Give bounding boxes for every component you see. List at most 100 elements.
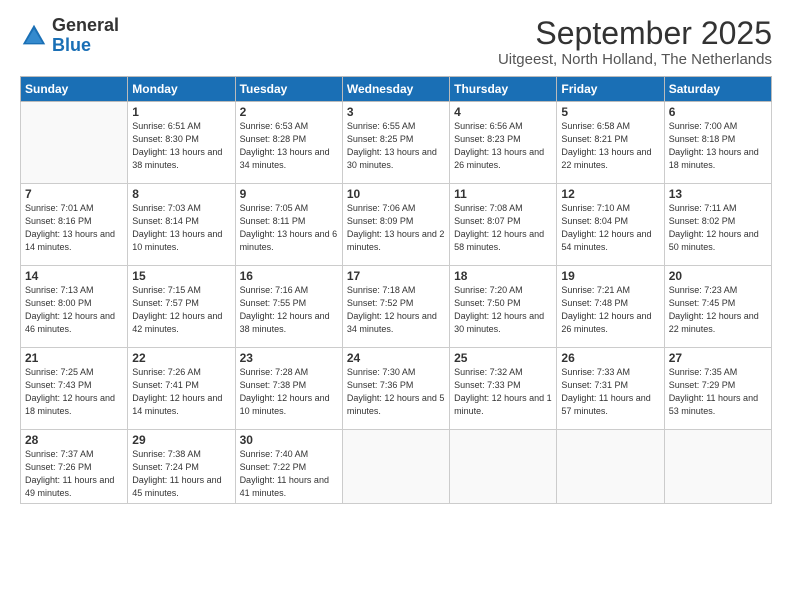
table-row: 10Sunrise: 7:06 AM Sunset: 8:09 PM Dayli… bbox=[342, 184, 449, 266]
day-info: Sunrise: 6:55 AM Sunset: 8:25 PM Dayligh… bbox=[347, 120, 445, 172]
day-number: 16 bbox=[240, 269, 338, 283]
table-row: 23Sunrise: 7:28 AM Sunset: 7:38 PM Dayli… bbox=[235, 348, 342, 430]
table-row: 21Sunrise: 7:25 AM Sunset: 7:43 PM Dayli… bbox=[21, 348, 128, 430]
calendar: Sunday Monday Tuesday Wednesday Thursday… bbox=[20, 76, 772, 504]
day-info: Sunrise: 7:03 AM Sunset: 8:14 PM Dayligh… bbox=[132, 202, 230, 254]
day-info: Sunrise: 7:15 AM Sunset: 7:57 PM Dayligh… bbox=[132, 284, 230, 336]
table-row: 14Sunrise: 7:13 AM Sunset: 8:00 PM Dayli… bbox=[21, 266, 128, 348]
col-tuesday: Tuesday bbox=[235, 77, 342, 102]
day-info: Sunrise: 7:11 AM Sunset: 8:02 PM Dayligh… bbox=[669, 202, 767, 254]
table-row bbox=[664, 430, 771, 504]
day-info: Sunrise: 7:26 AM Sunset: 7:41 PM Dayligh… bbox=[132, 366, 230, 418]
day-info: Sunrise: 7:08 AM Sunset: 8:07 PM Dayligh… bbox=[454, 202, 552, 254]
table-row: 20Sunrise: 7:23 AM Sunset: 7:45 PM Dayli… bbox=[664, 266, 771, 348]
table-row: 27Sunrise: 7:35 AM Sunset: 7:29 PM Dayli… bbox=[664, 348, 771, 430]
day-number: 24 bbox=[347, 351, 445, 365]
day-info: Sunrise: 7:21 AM Sunset: 7:48 PM Dayligh… bbox=[561, 284, 659, 336]
day-number: 13 bbox=[669, 187, 767, 201]
table-row: 28Sunrise: 7:37 AM Sunset: 7:26 PM Dayli… bbox=[21, 430, 128, 504]
day-info: Sunrise: 7:00 AM Sunset: 8:18 PM Dayligh… bbox=[669, 120, 767, 172]
table-row bbox=[557, 430, 664, 504]
day-number: 5 bbox=[561, 105, 659, 119]
day-number: 4 bbox=[454, 105, 552, 119]
day-info: Sunrise: 6:51 AM Sunset: 8:30 PM Dayligh… bbox=[132, 120, 230, 172]
table-row: 16Sunrise: 7:16 AM Sunset: 7:55 PM Dayli… bbox=[235, 266, 342, 348]
col-sunday: Sunday bbox=[21, 77, 128, 102]
day-info: Sunrise: 7:35 AM Sunset: 7:29 PM Dayligh… bbox=[669, 366, 767, 418]
day-number: 1 bbox=[132, 105, 230, 119]
logo-icon bbox=[20, 22, 48, 50]
table-row: 26Sunrise: 7:33 AM Sunset: 7:31 PM Dayli… bbox=[557, 348, 664, 430]
day-number: 29 bbox=[132, 433, 230, 447]
table-row: 30Sunrise: 7:40 AM Sunset: 7:22 PM Dayli… bbox=[235, 430, 342, 504]
day-number: 9 bbox=[240, 187, 338, 201]
day-number: 10 bbox=[347, 187, 445, 201]
table-row: 15Sunrise: 7:15 AM Sunset: 7:57 PM Dayli… bbox=[128, 266, 235, 348]
logo-general: General bbox=[52, 15, 119, 35]
table-row: 25Sunrise: 7:32 AM Sunset: 7:33 PM Dayli… bbox=[450, 348, 557, 430]
subtitle: Uitgeest, North Holland, The Netherlands bbox=[498, 51, 772, 68]
day-info: Sunrise: 7:18 AM Sunset: 7:52 PM Dayligh… bbox=[347, 284, 445, 336]
day-number: 17 bbox=[347, 269, 445, 283]
day-number: 26 bbox=[561, 351, 659, 365]
day-info: Sunrise: 7:40 AM Sunset: 7:22 PM Dayligh… bbox=[240, 448, 338, 500]
day-info: Sunrise: 7:25 AM Sunset: 7:43 PM Dayligh… bbox=[25, 366, 123, 418]
day-number: 20 bbox=[669, 269, 767, 283]
day-number: 30 bbox=[240, 433, 338, 447]
header: General Blue September 2025 Uitgeest, No… bbox=[20, 16, 772, 68]
table-row: 6Sunrise: 7:00 AM Sunset: 8:18 PM Daylig… bbox=[664, 102, 771, 184]
logo: General Blue bbox=[20, 16, 119, 56]
table-row: 11Sunrise: 7:08 AM Sunset: 8:07 PM Dayli… bbox=[450, 184, 557, 266]
day-info: Sunrise: 7:01 AM Sunset: 8:16 PM Dayligh… bbox=[25, 202, 123, 254]
day-info: Sunrise: 7:32 AM Sunset: 7:33 PM Dayligh… bbox=[454, 366, 552, 418]
table-row: 1Sunrise: 6:51 AM Sunset: 8:30 PM Daylig… bbox=[128, 102, 235, 184]
day-info: Sunrise: 7:30 AM Sunset: 7:36 PM Dayligh… bbox=[347, 366, 445, 418]
table-row bbox=[342, 430, 449, 504]
col-friday: Friday bbox=[557, 77, 664, 102]
day-info: Sunrise: 6:53 AM Sunset: 8:28 PM Dayligh… bbox=[240, 120, 338, 172]
day-info: Sunrise: 7:06 AM Sunset: 8:09 PM Dayligh… bbox=[347, 202, 445, 254]
day-info: Sunrise: 7:38 AM Sunset: 7:24 PM Dayligh… bbox=[132, 448, 230, 500]
title-block: September 2025 Uitgeest, North Holland, … bbox=[498, 16, 772, 68]
table-row: 5Sunrise: 6:58 AM Sunset: 8:21 PM Daylig… bbox=[557, 102, 664, 184]
table-row: 19Sunrise: 7:21 AM Sunset: 7:48 PM Dayli… bbox=[557, 266, 664, 348]
logo-text: General Blue bbox=[52, 16, 119, 56]
col-thursday: Thursday bbox=[450, 77, 557, 102]
table-row: 7Sunrise: 7:01 AM Sunset: 8:16 PM Daylig… bbox=[21, 184, 128, 266]
day-number: 14 bbox=[25, 269, 123, 283]
table-row: 2Sunrise: 6:53 AM Sunset: 8:28 PM Daylig… bbox=[235, 102, 342, 184]
table-row: 12Sunrise: 7:10 AM Sunset: 8:04 PM Dayli… bbox=[557, 184, 664, 266]
day-info: Sunrise: 7:10 AM Sunset: 8:04 PM Dayligh… bbox=[561, 202, 659, 254]
day-number: 3 bbox=[347, 105, 445, 119]
day-info: Sunrise: 7:20 AM Sunset: 7:50 PM Dayligh… bbox=[454, 284, 552, 336]
table-row: 29Sunrise: 7:38 AM Sunset: 7:24 PM Dayli… bbox=[128, 430, 235, 504]
day-info: Sunrise: 7:28 AM Sunset: 7:38 PM Dayligh… bbox=[240, 366, 338, 418]
page: General Blue September 2025 Uitgeest, No… bbox=[0, 0, 792, 612]
table-row: 18Sunrise: 7:20 AM Sunset: 7:50 PM Dayli… bbox=[450, 266, 557, 348]
day-number: 11 bbox=[454, 187, 552, 201]
calendar-header-row: Sunday Monday Tuesday Wednesday Thursday… bbox=[21, 77, 772, 102]
table-row: 4Sunrise: 6:56 AM Sunset: 8:23 PM Daylig… bbox=[450, 102, 557, 184]
day-number: 15 bbox=[132, 269, 230, 283]
table-row: 24Sunrise: 7:30 AM Sunset: 7:36 PM Dayli… bbox=[342, 348, 449, 430]
col-monday: Monday bbox=[128, 77, 235, 102]
day-info: Sunrise: 7:23 AM Sunset: 7:45 PM Dayligh… bbox=[669, 284, 767, 336]
day-info: Sunrise: 6:56 AM Sunset: 8:23 PM Dayligh… bbox=[454, 120, 552, 172]
day-number: 7 bbox=[25, 187, 123, 201]
day-number: 21 bbox=[25, 351, 123, 365]
day-number: 23 bbox=[240, 351, 338, 365]
day-info: Sunrise: 6:58 AM Sunset: 8:21 PM Dayligh… bbox=[561, 120, 659, 172]
day-info: Sunrise: 7:16 AM Sunset: 7:55 PM Dayligh… bbox=[240, 284, 338, 336]
day-number: 12 bbox=[561, 187, 659, 201]
day-number: 2 bbox=[240, 105, 338, 119]
day-number: 19 bbox=[561, 269, 659, 283]
logo-blue: Blue bbox=[52, 35, 91, 55]
day-number: 28 bbox=[25, 433, 123, 447]
month-title: September 2025 bbox=[498, 16, 772, 51]
day-number: 25 bbox=[454, 351, 552, 365]
col-wednesday: Wednesday bbox=[342, 77, 449, 102]
day-number: 22 bbox=[132, 351, 230, 365]
day-info: Sunrise: 7:37 AM Sunset: 7:26 PM Dayligh… bbox=[25, 448, 123, 500]
day-info: Sunrise: 7:13 AM Sunset: 8:00 PM Dayligh… bbox=[25, 284, 123, 336]
day-number: 8 bbox=[132, 187, 230, 201]
